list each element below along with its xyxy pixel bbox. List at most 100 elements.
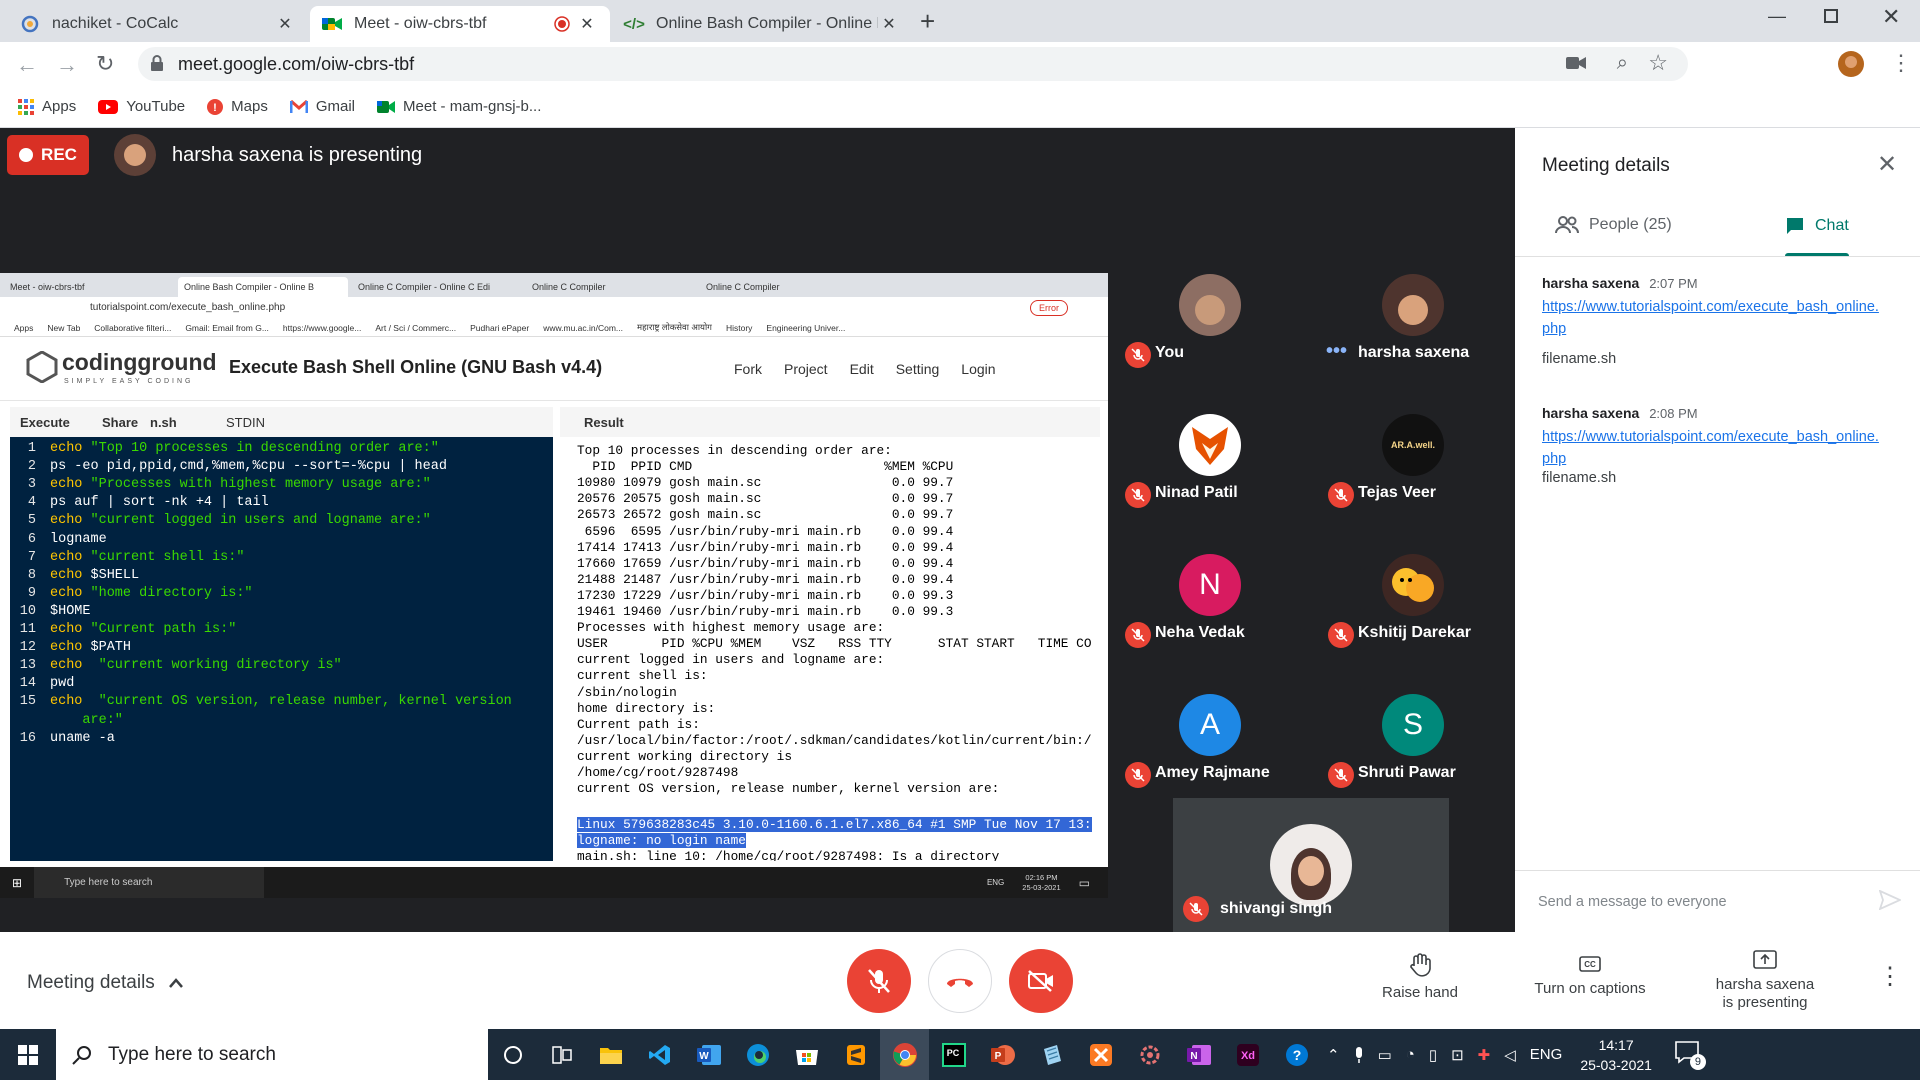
close-window-button[interactable]: ✕ [1882, 4, 1900, 30]
camera-blocked-icon[interactable] [1566, 56, 1586, 70]
onenote-icon[interactable]: N [1174, 1029, 1223, 1080]
participant-tile-tejas[interactable]: AR.A.well. Tejas Veer [1314, 378, 1514, 516]
forward-arrow-icon[interactable]: → [56, 52, 78, 78]
more-options-icon[interactable]: ⋮ [1878, 962, 1902, 991]
close-tab-icon[interactable]: ✕ [878, 14, 900, 34]
settings-gear-icon[interactable] [1125, 1029, 1174, 1080]
inner-address-bar: tutorialspoint.com/execute_bash_online.p… [0, 297, 1108, 319]
bookmark-star-icon[interactable]: ☆ [1648, 50, 1668, 76]
tray-gift-icon[interactable]: ✚ [1478, 1046, 1491, 1064]
zoom-icon[interactable]: ⌕ [1617, 52, 1628, 75]
tray-volume-icon[interactable]: ◁ [1504, 1046, 1516, 1064]
xampp-icon[interactable] [1076, 1029, 1125, 1080]
tab-people[interactable]: People (25) [1555, 216, 1672, 234]
mic-toggle-button[interactable] [847, 949, 911, 1013]
help-icon[interactable]: ? [1272, 1029, 1321, 1080]
tab-chat[interactable]: Chat [1785, 216, 1849, 236]
taskbar-search-box[interactable]: Type here to search [56, 1029, 488, 1080]
adobe-xd-icon[interactable]: Xd [1223, 1029, 1272, 1080]
send-icon[interactable] [1879, 890, 1901, 910]
inner-tab: Online C Compiler [700, 277, 870, 297]
tray-chevron-up-icon[interactable]: ⌃ [1327, 1046, 1340, 1064]
tray-network-icon[interactable]: ▭ [1378, 1046, 1392, 1064]
minimize-window-button[interactable]: — [1768, 6, 1786, 27]
participant-tile-neha[interactable]: N Neha Vedak [1111, 518, 1311, 656]
edge-icon[interactable] [733, 1029, 782, 1080]
message-text: filename.sh [1542, 351, 1617, 367]
tray-display-icon[interactable]: ⊡ [1451, 1046, 1464, 1064]
leave-call-button[interactable] [928, 949, 992, 1013]
powerpoint-icon[interactable]: P [978, 1029, 1027, 1080]
code-token: "Processes with highest memory usage are… [82, 477, 431, 493]
new-tab-button[interactable]: + [920, 6, 935, 37]
line-number: 15 [19, 694, 36, 710]
message-time: 2:08 PM [1649, 406, 1698, 421]
notepad-icon[interactable] [1027, 1029, 1076, 1080]
vscode-icon[interactable] [635, 1029, 684, 1080]
sublime-icon[interactable] [831, 1029, 880, 1080]
speaking-dots-icon: ••• [1326, 340, 1348, 362]
line-content: uname -a [50, 731, 115, 749]
raise-hand-button[interactable]: Raise hand [1370, 952, 1470, 1001]
bookmark-gmail[interactable]: Gmail [289, 98, 355, 115]
bookmark-apps[interactable]: Apps [18, 98, 76, 115]
windows-start-icon[interactable] [0, 1029, 56, 1080]
participant-tile-harsha[interactable]: ••• harsha saxena [1314, 238, 1514, 376]
tab-bash-compiler[interactable]: </> Online Bash Compiler - Online Ba ✕ [612, 6, 912, 42]
file-explorer-icon[interactable] [586, 1029, 635, 1080]
participant-name: Ninad Patil [1155, 484, 1238, 501]
participant-tile-shruti[interactable]: S Shruti Pawar [1314, 658, 1514, 796]
notification-center-icon[interactable]: 9 [1674, 1040, 1706, 1070]
captions-button[interactable]: CC Turn on captions [1525, 952, 1655, 997]
participant-tile-kshitij[interactable]: Kshitij Darekar [1314, 518, 1514, 656]
output-line: 10980 10979 gosh main.sc 0.0 99.7 [577, 475, 954, 491]
chat-input[interactable]: Send a message to everyone [1537, 882, 1867, 922]
participant-tile-you[interactable]: You [1111, 238, 1311, 376]
avatar-initial: N [1199, 568, 1221, 601]
keyword-token: echo [50, 622, 83, 637]
address-bar[interactable]: meet.google.com/oiw-cbrs-tbf ⌕ ☆ [138, 47, 1688, 81]
bookmark-youtube[interactable]: YouTube [98, 98, 185, 115]
code-token: "home directory is:" [82, 585, 253, 601]
bookmark-meet[interactable]: Meet - mam-gnsj-b... [377, 98, 541, 115]
profile-avatar[interactable] [1838, 51, 1864, 77]
tray-language[interactable]: ENG [1530, 1046, 1563, 1063]
participant-tile-amey[interactable]: A Amey Rajmane [1111, 658, 1311, 796]
cortana-icon[interactable] [488, 1029, 537, 1080]
close-tab-icon[interactable]: ✕ [576, 14, 598, 34]
participant-tile-ninad[interactable]: Ninad Patil [1111, 378, 1311, 516]
pycharm-icon[interactable]: PC [929, 1029, 978, 1080]
participant-tile-shivangi[interactable]: shivangi singh [1183, 796, 1408, 932]
line-content: $HOME [50, 604, 91, 622]
meeting-details-toggle[interactable]: Meeting details [27, 972, 183, 994]
bookmark-label: Meet - mam-gnsj-b... [403, 98, 542, 115]
line-content: echo "Top 10 processes in descending ord… [50, 441, 439, 459]
word-icon[interactable]: W [684, 1029, 733, 1080]
camera-toggle-button[interactable] [1009, 949, 1073, 1013]
codingground-tagline: SIMPLY EASY CODING [64, 378, 194, 385]
browser-menu-icon[interactable]: ⋮ [1890, 50, 1912, 76]
presenting-button[interactable]: harsha saxena is presenting [1700, 950, 1830, 1012]
meet-favicon-icon [322, 14, 342, 34]
taskbar-clock[interactable]: 14:17 25-03-2021 [1580, 1035, 1652, 1075]
task-view-icon[interactable] [537, 1029, 586, 1080]
tab-meet[interactable]: Meet - oiw-cbrs-tbf ✕ [310, 6, 610, 42]
reload-icon[interactable]: ↻ [96, 51, 114, 77]
message-link[interactable]: https://www.tutorialspoint.com/execute_b… [1542, 426, 1879, 470]
close-panel-icon[interactable]: ✕ [1877, 150, 1897, 179]
chrome-icon[interactable] [880, 1029, 929, 1080]
tray-mic-icon[interactable] [1354, 1046, 1364, 1064]
bookmark-maps[interactable]: ! Maps [207, 98, 268, 115]
tab-cocalc[interactable]: nachiket - CoCalc ✕ [8, 6, 308, 42]
inner-notification-icon: ▭ [1078, 875, 1090, 890]
store-icon[interactable] [782, 1029, 831, 1080]
tray-battery-icon[interactable]: ▯ [1429, 1046, 1437, 1064]
output-line: current logged in users and logname are: [577, 652, 885, 668]
tray-wifi-icon[interactable]: ◔ [1406, 1046, 1415, 1063]
maximize-window-button[interactable] [1824, 9, 1838, 23]
message-link[interactable]: https://www.tutorialspoint.com/execute_b… [1542, 296, 1879, 340]
back-arrow-icon[interactable]: ← [16, 52, 38, 78]
close-tab-icon[interactable]: ✕ [274, 14, 296, 34]
taskbar-date: 25-03-2021 [1580, 1056, 1652, 1073]
record-dot-icon [19, 148, 34, 162]
